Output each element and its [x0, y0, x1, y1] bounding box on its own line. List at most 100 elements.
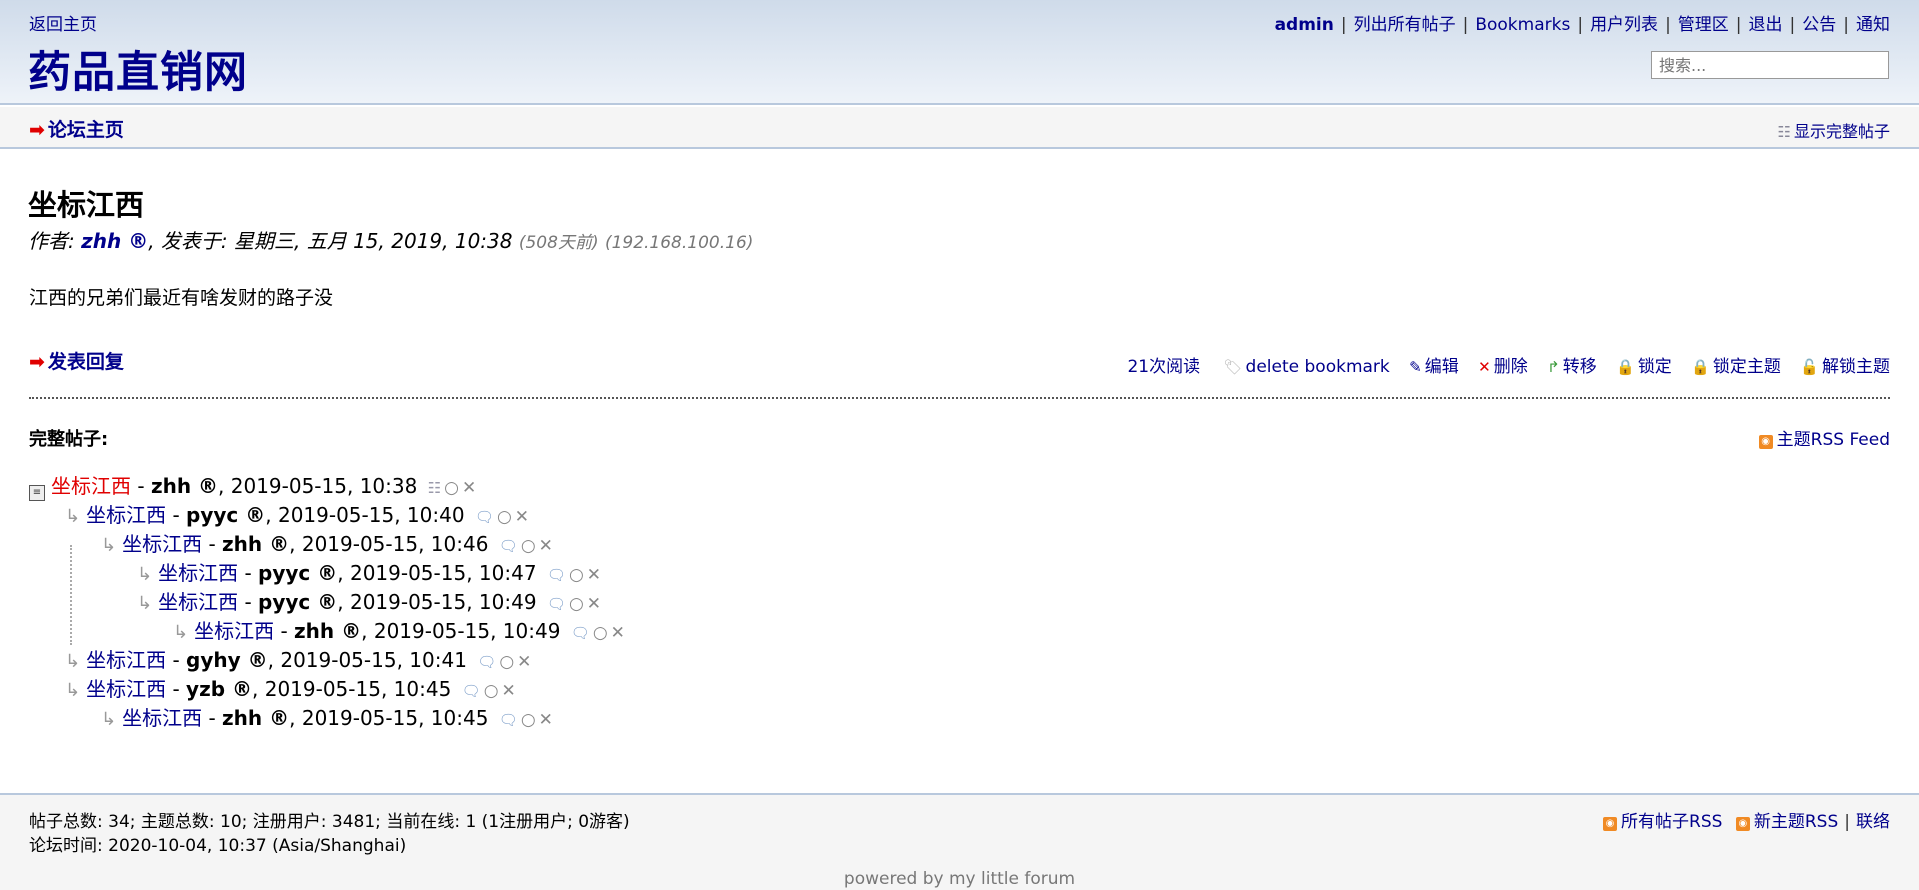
thread-view-icon[interactable]: ☷ — [428, 479, 441, 497]
reply-elbow-icon: ↳ — [137, 564, 153, 585]
user-link-admin[interactable]: admin — [1275, 15, 1334, 35]
contact-link[interactable]: 联络 — [1856, 812, 1890, 832]
mark-circle-icon[interactable]: ○ — [497, 507, 512, 527]
thread-post-link[interactable]: 坐标江西 — [194, 619, 274, 643]
reply-bubble-icon[interactable]: 🗨 — [462, 682, 481, 700]
all-posts-rss-link[interactable]: ◉ 所有帖子RSS — [1603, 812, 1722, 832]
new-topics-rss-label: 新主题RSS — [1753, 812, 1839, 832]
site-title[interactable]: 药品直销网 — [28, 38, 248, 100]
forum-home-link[interactable]: ➡ 论坛主页 — [29, 115, 124, 142]
mark-circle-icon[interactable]: ○ — [521, 536, 536, 556]
show-full-thread-link[interactable]: ☷ 显示完整帖子 — [1778, 118, 1890, 142]
full-thread-label: 完整帖子: — [29, 429, 109, 450]
thread-post-link[interactable]: 坐标江西 — [51, 474, 131, 498]
reply-bubble-icon[interactable]: 🗨 — [499, 711, 518, 729]
nav-logout[interactable]: 退出 — [1749, 15, 1783, 35]
thread-post-link[interactable]: 坐标江西 — [86, 648, 166, 672]
thread-post-author: zhh ® — [222, 706, 290, 730]
mark-circle-icon[interactable]: ○ — [444, 478, 459, 498]
thread-post-author: yzb ® — [186, 677, 252, 701]
edit-label: 编辑 — [1424, 357, 1459, 377]
nav-user-list[interactable]: 用户列表 — [1590, 15, 1658, 35]
lock-button[interactable]: 🔒 锁定 — [1616, 357, 1672, 377]
delete-button[interactable]: ✕ 删除 — [1478, 357, 1528, 377]
reply-bubble-icon[interactable]: 🗨 — [547, 595, 566, 613]
post-title: 坐标江西 — [28, 188, 145, 222]
search-input[interactable] — [1651, 51, 1889, 79]
back-to-home-link[interactable]: 返回主页 — [29, 10, 97, 35]
reply-bubble-icon[interactable]: 🗨 — [571, 624, 590, 642]
thread-row: ↳ 坐标江西 - pyyc ®, 2019-05-15, 10:40 🗨 ○ ✕ — [65, 503, 530, 527]
reply-bubble-icon[interactable]: 🗨 — [499, 537, 518, 555]
thread-row: ↳ 坐标江西 - zhh ®, 2019-05-15, 10:46 🗨 ○ ✕ — [101, 532, 553, 556]
thread-post-link[interactable]: 坐标江西 — [158, 561, 238, 585]
thread-row: ↳ 坐标江西 - gyhy ®, 2019-05-15, 10:41 🗨 ○ ✕ — [65, 648, 532, 672]
delete-x-icon[interactable]: ✕ — [462, 478, 476, 498]
lock-icon: 🔒 — [1616, 358, 1635, 376]
post-author-link[interactable]: zhh ® — [81, 229, 148, 253]
delete-x-icon[interactable]: ✕ — [611, 623, 625, 643]
move-button[interactable]: ↱ 转移 — [1547, 357, 1597, 377]
reply-button[interactable]: ➡ 发表回复 — [29, 347, 124, 374]
mark-circle-icon[interactable]: ○ — [593, 623, 608, 643]
delete-x-icon[interactable]: ✕ — [587, 565, 601, 585]
mark-circle-icon[interactable]: ○ — [521, 710, 536, 730]
edit-button[interactable]: ✎ 编辑 — [1409, 357, 1459, 377]
reply-bubble-icon[interactable]: 🗨 — [475, 508, 494, 526]
unlock-thread-button[interactable]: 🔓 解锁主题 — [1800, 357, 1890, 377]
rss-icon: ◉ — [1735, 817, 1750, 831]
lock-thread-label: 锁定主题 — [1712, 357, 1781, 377]
delete-x-icon[interactable]: ✕ — [502, 681, 516, 701]
reply-bubble-icon[interactable]: 🗨 — [547, 566, 566, 584]
thread-post-author: pyyc ® — [258, 561, 338, 585]
thread-post-link[interactable]: 坐标江西 — [86, 677, 166, 701]
mark-circle-icon[interactable]: ○ — [484, 681, 499, 701]
lock-thread-button[interactable]: 🔒 锁定主题 — [1691, 357, 1781, 377]
post-body: 江西的兄弟们最近有啥发财的路子没 — [29, 287, 334, 309]
thread-post-author: gyhy ® — [186, 648, 268, 672]
new-topics-rss-link[interactable]: ◉ 新主题RSS — [1735, 812, 1839, 832]
footer-links: ◉ 所有帖子RSS ◉ 新主题RSS | 联络 — [1603, 807, 1890, 832]
thread-post-link[interactable]: 坐标江西 — [158, 590, 238, 614]
delete-x-icon[interactable]: ✕ — [517, 652, 531, 672]
reply-elbow-icon: ↳ — [137, 593, 153, 614]
forum-home-label: 论坛主页 — [47, 119, 124, 141]
nav-announcements[interactable]: 公告 — [1802, 15, 1836, 35]
delete-x-icon[interactable]: ✕ — [515, 507, 529, 527]
thread-post-link[interactable]: 坐标江西 — [122, 532, 202, 556]
nav-admin-area[interactable]: 管理区 — [1678, 15, 1729, 35]
posted-date: , 发表于: 星期三, 五月 15, 2019, 10:38 — [148, 229, 513, 253]
delete-x-icon[interactable]: ✕ — [539, 710, 553, 730]
mark-circle-icon[interactable]: ○ — [569, 565, 584, 585]
delete-x-icon[interactable]: ✕ — [587, 594, 601, 614]
mark-circle-icon[interactable]: ○ — [569, 594, 584, 614]
reply-elbow-icon: ↳ — [173, 622, 189, 643]
post-actions: 21次阅读 🏷 delete bookmark ✎ 编辑 ✕ 删除 ↱ 转移 🔒 锁定 🔒… — [1109, 352, 1890, 377]
mark-circle-icon[interactable]: ○ — [499, 652, 514, 672]
thread-post-author: zhh ® — [294, 619, 362, 643]
reply-elbow-icon: ↳ — [101, 709, 117, 730]
lock-label: 锁定 — [1637, 357, 1672, 377]
thread-tree-icon: ☷ — [1777, 123, 1791, 141]
move-icon: ↱ — [1547, 358, 1560, 376]
thread-post-link[interactable]: 坐标江西 — [86, 503, 166, 527]
thread-post-link[interactable]: 坐标江西 — [122, 706, 202, 730]
nav-notifications[interactable]: 通知 — [1856, 15, 1890, 35]
delete-bookmark-button[interactable]: 🏷 delete bookmark — [1224, 357, 1390, 377]
user-nav: admin | 列出所有帖子 | Bookmarks | 用户列表 | 管理区 | 退出 | 公告 | 通知 — [1274, 15, 1890, 35]
delete-x-icon[interactable]: ✕ — [539, 536, 553, 556]
nav-bookmarks[interactable]: Bookmarks — [1475, 15, 1570, 35]
collapse-tree-icon[interactable]: ≡ — [29, 485, 45, 501]
arrow-right-icon: ➡ — [29, 351, 45, 373]
delete-bookmark-label: delete bookmark — [1245, 357, 1390, 377]
nav-list-all-posts[interactable]: 列出所有帖子 — [1354, 15, 1456, 35]
topic-rss-link[interactable]: ◉ 主题RSS Feed — [1758, 425, 1890, 450]
reply-label: 发表回复 — [47, 351, 124, 373]
thread-post-author: zhh ® — [222, 532, 290, 556]
powered-by[interactable]: powered by my little forum — [0, 869, 1919, 889]
divider — [29, 397, 1890, 399]
unlock-thread-icon: 🔓 — [1800, 358, 1819, 376]
topic-rss-label: 主题RSS Feed — [1776, 430, 1890, 450]
all-posts-rss-label: 所有帖子RSS — [1621, 812, 1723, 832]
reply-bubble-icon[interactable]: 🗨 — [477, 653, 496, 671]
